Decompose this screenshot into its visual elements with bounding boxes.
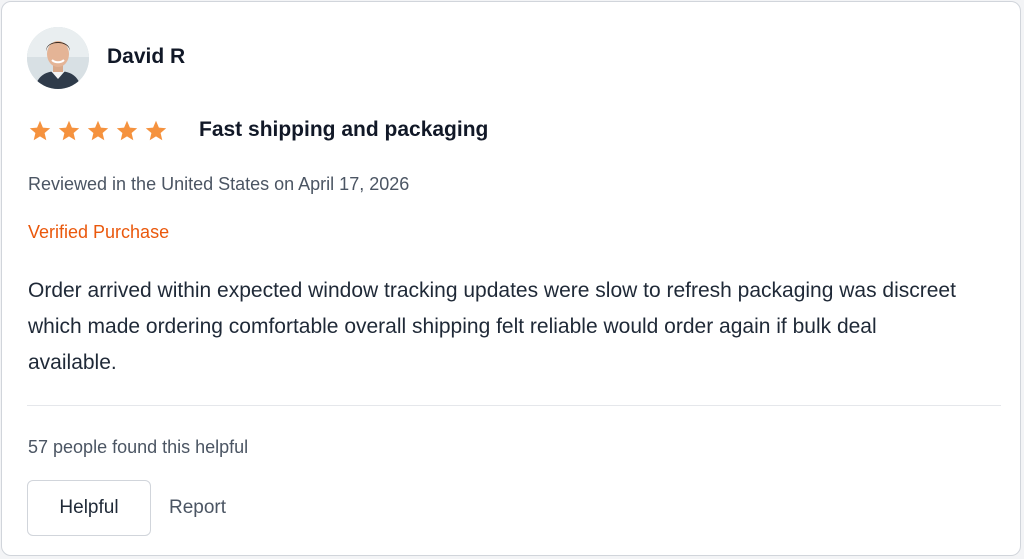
helpful-button[interactable]: Helpful <box>27 480 151 536</box>
reviewer-name: David R <box>107 45 186 68</box>
review-title: Fast shipping and packaging <box>199 118 489 141</box>
star-icon <box>29 120 51 141</box>
report-link[interactable]: Report <box>169 496 226 520</box>
review-body: Order arrived within expected window tra… <box>28 279 956 374</box>
star-rating <box>28 119 168 143</box>
avatar <box>27 27 89 89</box>
divider <box>27 405 1001 406</box>
helpful-count: 57 people found this helpful <box>28 437 249 457</box>
review-meta: Reviewed in the United States on April 1… <box>28 174 410 194</box>
star-icon <box>87 120 109 141</box>
star-icon <box>116 120 138 141</box>
verified-purchase-badge: Verified Purchase <box>28 222 170 242</box>
star-icon <box>145 120 167 141</box>
user-avatar-photo <box>27 27 89 89</box>
review-card: David R Fast shipping and packaging Revi… <box>1 1 1021 556</box>
star-icon <box>58 120 80 141</box>
